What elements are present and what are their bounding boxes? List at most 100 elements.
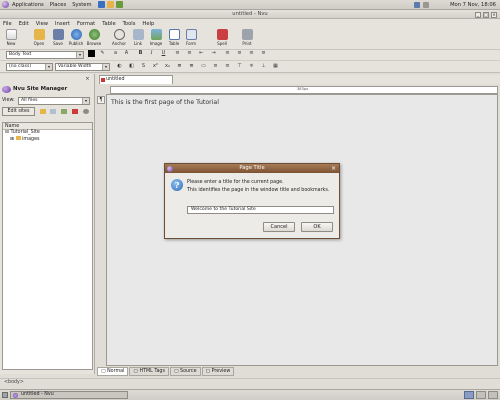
trash-icon[interactable] (488, 391, 498, 399)
dialog-title: Page Title (239, 165, 265, 171)
abbr-icon[interactable]: ≣ (188, 63, 195, 70)
tab-source[interactable]: ▢ Source (169, 367, 201, 376)
numbered-list-icon[interactable]: ≡ (186, 50, 193, 57)
underline-button[interactable]: U (160, 50, 167, 57)
new-folder-icon[interactable] (50, 109, 56, 114)
browser-launcher-icon[interactable] (97, 1, 105, 8)
gnome-foot-icon[interactable] (2, 1, 9, 8)
menu-system[interactable]: System (72, 2, 91, 8)
outdent-icon[interactable]: ⇤ (198, 50, 205, 57)
mail-launcher-icon[interactable] (106, 1, 114, 8)
editor-content[interactable]: This is the first page of the Tutorial (111, 99, 219, 106)
italic-button[interactable]: I (148, 50, 155, 57)
view-select[interactable]: All files ▾ (18, 97, 90, 105)
link-icon (132, 29, 144, 40)
image-icon (150, 29, 162, 40)
show-desktop-icon[interactable] (2, 392, 8, 398)
browse-icon (88, 29, 100, 40)
valign-middle-icon[interactable]: ≑ (248, 63, 255, 70)
taskbar-window-button[interactable]: untitled - Nvu (10, 391, 128, 399)
align-center-icon[interactable]: ≡ (236, 50, 243, 57)
page-title-input[interactable]: Welcome to the Tutorial Site (187, 206, 334, 214)
subscript-icon[interactable]: x₂ (164, 63, 171, 70)
browse-button[interactable]: Browse (83, 29, 105, 46)
bullet-list-icon[interactable]: ≡ (174, 50, 181, 57)
view-mode-tabs: ▢ Normal ▢ HTML Tags ▢ Source ▢ Preview (97, 367, 500, 376)
workspace-1[interactable] (464, 391, 474, 399)
clock[interactable]: Mon 7 Nov, 18:06 (450, 2, 496, 8)
align-justify-icon[interactable]: ≡ (260, 50, 267, 57)
highlight-icon[interactable]: ✎ (99, 50, 106, 57)
list-style-icon[interactable]: ≡ (212, 63, 219, 70)
menu-help[interactable]: Help (142, 21, 154, 27)
class-select[interactable]: (no class) ▾ (6, 63, 53, 71)
anchor-icon (113, 29, 125, 40)
style-icon[interactable]: ◐ (116, 63, 123, 70)
open-folder-icon[interactable] (40, 109, 46, 114)
close-sidebar-icon[interactable]: × (84, 76, 91, 83)
paragraph-marker-icon[interactable]: ¶ (97, 96, 105, 104)
form-icon (185, 29, 197, 40)
floppy-icon (52, 29, 64, 40)
box-icon[interactable]: ▭ (200, 63, 207, 70)
position-icon[interactable]: ▦ (272, 63, 279, 70)
spell-button[interactable]: Spell (211, 29, 233, 46)
print-button[interactable]: Print (236, 29, 258, 46)
form-button[interactable]: Form (180, 29, 202, 46)
refresh-icon[interactable] (61, 109, 67, 114)
align-right-icon[interactable]: ≡ (248, 50, 255, 57)
settings-icon[interactable] (83, 109, 89, 114)
tab-preview[interactable]: ▢ Preview (201, 367, 235, 376)
tree-item-images[interactable]: ⊞ images (3, 136, 92, 143)
new-page-icon (5, 29, 17, 40)
menu-applications[interactable]: Applications (12, 2, 44, 8)
menu-view[interactable]: View (36, 21, 48, 27)
close-tab-icon[interactable] (101, 78, 105, 82)
menu-format[interactable]: Format (77, 21, 95, 27)
indent-icon[interactable]: ⇥ (210, 50, 217, 57)
menu-insert[interactable]: Insert (55, 21, 70, 27)
window-titlebar[interactable]: untitled - Nvu _ □ × (0, 10, 500, 19)
edit-class-icon[interactable]: ◧ (128, 63, 135, 70)
network-icon[interactable] (414, 2, 420, 8)
tab-untitled[interactable]: untitled (99, 75, 173, 84)
menu-places[interactable]: Places (50, 2, 67, 8)
close-window-button[interactable]: × (491, 11, 497, 18)
code-icon[interactable]: ≣ (176, 63, 183, 70)
valign-bottom-icon[interactable]: ⊥ (260, 63, 267, 70)
volume-icon[interactable] (423, 2, 429, 8)
menu-file[interactable]: File (3, 21, 12, 27)
menu-table[interactable]: Table (102, 21, 115, 27)
superscript-icon[interactable]: x² (152, 63, 159, 70)
smaller-font-button[interactable]: a (112, 50, 119, 57)
delete-icon[interactable] (72, 109, 78, 114)
close-dialog-icon[interactable]: × (331, 164, 336, 173)
strikethrough-icon[interactable]: S (140, 63, 147, 70)
align-left-icon[interactable]: ≡ (224, 50, 231, 57)
help-launcher-icon[interactable] (115, 1, 123, 8)
maximize-button[interactable]: □ (483, 11, 489, 18)
tab-normal[interactable]: ▢ Normal (97, 367, 129, 376)
globe-icon (70, 29, 82, 40)
new-button[interactable]: New (0, 29, 22, 46)
dialog-titlebar[interactable]: Page Title × (165, 164, 339, 173)
paragraph-style-select[interactable]: Body Text ▾ (6, 51, 84, 59)
bold-button[interactable]: B (137, 50, 144, 57)
folder-icon (15, 136, 21, 140)
menu-edit[interactable]: Edit (19, 21, 29, 27)
menu-tools[interactable]: Tools (123, 21, 136, 27)
cancel-button[interactable]: Cancel (263, 222, 295, 232)
dl-icon[interactable]: ≡ (224, 63, 231, 70)
larger-font-button[interactable]: A (123, 50, 130, 57)
status-tag[interactable]: <body> (4, 380, 24, 385)
minimize-button[interactable]: _ (475, 11, 481, 18)
edit-sites-button[interactable]: Edit sites (2, 107, 35, 116)
workspace-2[interactable] (476, 391, 486, 399)
tab-html-tags[interactable]: ▢ HTML Tags (129, 367, 169, 376)
text-color-button[interactable] (88, 50, 95, 57)
valign-top-icon[interactable]: ⊤ (236, 63, 243, 70)
font-select[interactable]: Variable Width ▾ (55, 63, 110, 71)
chevron-down-icon: ▾ (82, 98, 89, 104)
column-header-name[interactable]: Name (3, 123, 92, 130)
ok-button[interactable]: OK (301, 222, 333, 232)
